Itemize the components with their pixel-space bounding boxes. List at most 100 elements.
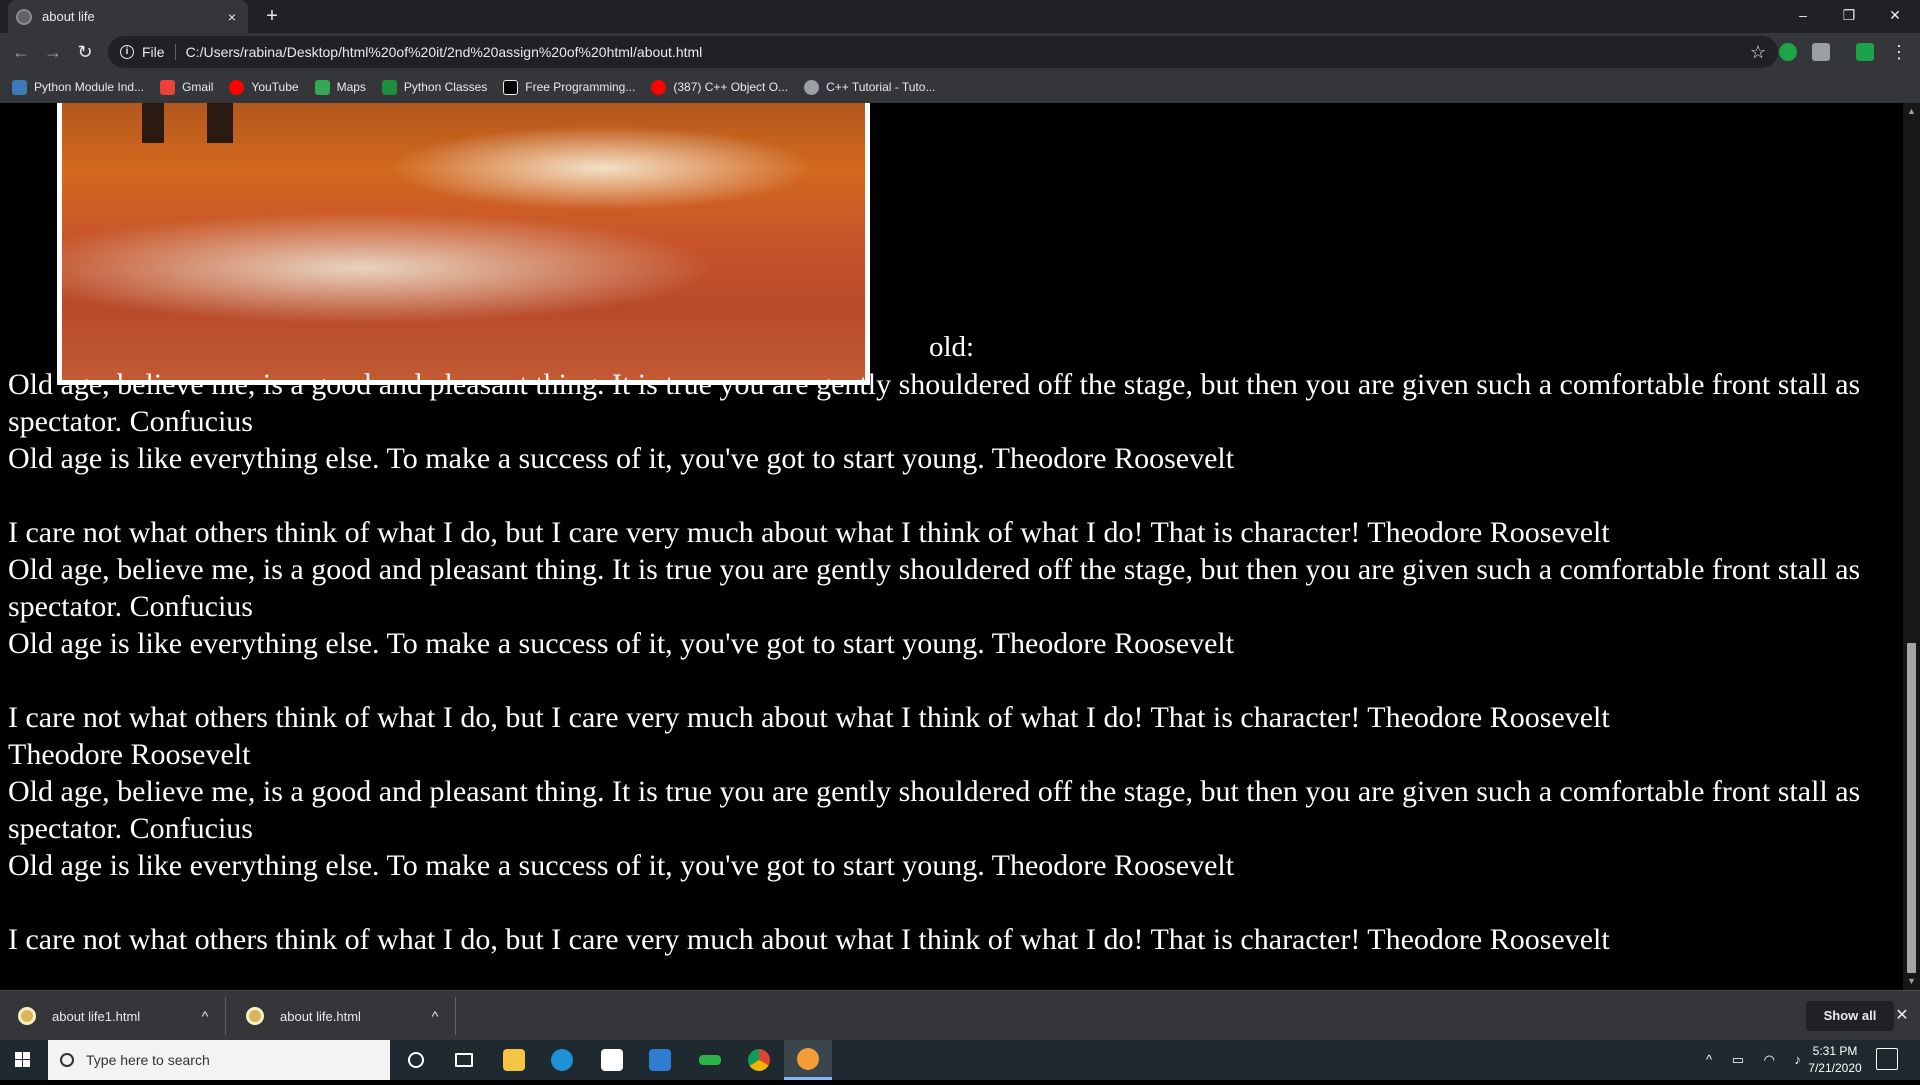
reload-button[interactable]: ↻ — [70, 37, 100, 67]
python-icon — [12, 79, 27, 95]
shield-icon[interactable] — [1856, 43, 1874, 61]
minimize-button[interactable]: – — [1780, 0, 1826, 30]
quote-line: Old age is like everything else. To make… — [8, 627, 1235, 660]
clock[interactable]: 5:31 PM 7/21/2020 — [1800, 1043, 1870, 1077]
bookmark-item[interactable]: (387) C++ Object O... — [651, 79, 788, 95]
system-tray[interactable]: ^ ▭ ◠ ♪ — [1706, 1052, 1809, 1068]
windows-logo-icon — [15, 1052, 30, 1067]
chevron-up-icon[interactable]: ^ — [185, 1008, 225, 1024]
scrollbar-thumb[interactable] — [1907, 643, 1916, 973]
quote-line: Old age, believe me, is a good and pleas… — [8, 775, 1861, 845]
store-button[interactable] — [588, 1040, 636, 1080]
app-icon — [699, 1055, 721, 1065]
bookmarks-bar: Python Module Ind... Gmail YouTube Maps … — [0, 71, 1920, 103]
edge-icon — [551, 1049, 573, 1071]
search-icon — [60, 1053, 74, 1067]
brave-file-icon — [246, 1007, 264, 1025]
scheme-label: File — [142, 44, 176, 60]
brave-button[interactable] — [784, 1040, 832, 1080]
tree-trunk — [142, 103, 164, 143]
search-placeholder: Type here to search — [86, 1052, 210, 1068]
cortana-icon — [408, 1052, 424, 1068]
file-explorer-button[interactable] — [490, 1040, 538, 1080]
line-break — [8, 884, 1896, 921]
tab-strip: about life × + – ❐ ✕ — [0, 0, 1920, 33]
site-info-icon[interactable]: i — [120, 45, 134, 59]
show-all-button[interactable]: Show all — [1806, 1001, 1894, 1031]
task-view-icon — [455, 1053, 473, 1067]
mail-icon — [649, 1049, 671, 1071]
brave-file-icon — [18, 1007, 36, 1025]
windows-taskbar: Type here to search ^ ▭ ◠ ♪ 5:31 PM 7/21… — [0, 1040, 1920, 1080]
quote-line: I care not what others think of what I d… — [8, 516, 1610, 549]
bookmark-item[interactable]: Python Module Ind... — [12, 79, 145, 95]
clock-time: 5:31 PM — [1812, 1044, 1858, 1058]
chrome-icon — [748, 1049, 770, 1071]
bookmark-item[interactable]: Python Classes — [381, 79, 488, 95]
tree-trunk — [207, 103, 233, 143]
line-break — [8, 477, 1896, 514]
close-downloads-icon[interactable]: ✕ — [1890, 1001, 1914, 1031]
chrome-button[interactable] — [735, 1040, 783, 1080]
edge-button[interactable] — [538, 1040, 586, 1080]
brave-icon — [797, 1047, 819, 1070]
bookmark-item[interactable]: YouTube — [229, 79, 299, 95]
task-view-button[interactable] — [440, 1040, 488, 1080]
bookmark-star-icon[interactable]: ☆ — [1750, 42, 1766, 63]
drive-icon[interactable] — [1812, 43, 1830, 61]
bookmark-label: Python Module Ind... — [34, 80, 145, 94]
chevron-up-icon[interactable]: ^ — [415, 1008, 455, 1024]
page-heading: old: — [928, 331, 975, 363]
new-tab-button[interactable]: + — [260, 4, 284, 28]
browser-toolbar: ← → ↻ i File C:/Users/rabina/Desktop/htm… — [0, 33, 1920, 71]
quote-line: Old age is like everything else. To make… — [8, 442, 1235, 475]
scroll-down-icon[interactable]: ▼ — [1903, 973, 1920, 990]
url-text[interactable]: C:/Users/rabina/Desktop/html%20of%20it/2… — [186, 44, 1750, 60]
download-item[interactable]: about life.html ^ — [228, 997, 456, 1035]
bookmark-item[interactable]: C++ Tutorial - Tuto... — [804, 79, 936, 95]
line-break — [8, 662, 1896, 699]
bookmark-label: Maps — [336, 80, 366, 94]
bookmark-item[interactable]: Gmail — [160, 79, 214, 95]
mail-button[interactable] — [636, 1040, 684, 1080]
youtube-icon — [651, 79, 667, 95]
bookmark-label: YouTube — [251, 80, 299, 94]
cortana-button[interactable] — [392, 1040, 440, 1080]
back-button[interactable]: ← — [6, 37, 36, 67]
file-explorer-icon — [503, 1049, 525, 1071]
restore-button[interactable]: ❐ — [1826, 0, 1872, 30]
store-icon — [601, 1049, 623, 1071]
quote-line: Old age, believe me, is a good and pleas… — [8, 368, 1861, 438]
start-button[interactable] — [0, 1040, 46, 1080]
download-item[interactable]: about life1.html ^ — [0, 997, 226, 1035]
quote-line: I care not what others think of what I d… — [8, 701, 1610, 734]
scroll-up-icon[interactable]: ▲ — [1903, 103, 1920, 120]
bookmark-label: Python Classes — [403, 80, 488, 94]
app-button[interactable] — [686, 1040, 734, 1080]
gmail-icon — [160, 79, 176, 95]
quote-line: I care not what others think of what I d… — [8, 923, 1610, 956]
tab-about-life[interactable]: about life × — [8, 0, 248, 33]
download-name: about life.html — [280, 1008, 361, 1024]
page-scrollbar[interactable]: ▲ ▼ — [1903, 103, 1920, 990]
quote-line: Old age, believe me, is a good and pleas… — [8, 553, 1861, 623]
close-window-button[interactable]: ✕ — [1872, 0, 1918, 30]
address-bar[interactable]: i File C:/Users/rabina/Desktop/html%20of… — [108, 36, 1778, 68]
menu-icon[interactable]: ⋮ — [1884, 37, 1914, 67]
downloads-bar: about life1.html ^ about life.html ^ Sho… — [0, 990, 1920, 1040]
clock-date: 7/21/2020 — [1808, 1061, 1862, 1075]
adblock-icon[interactable] — [1779, 43, 1797, 61]
tab-favicon-icon — [16, 8, 32, 25]
taskbar-search[interactable]: Type here to search — [48, 1040, 390, 1080]
bookmark-item[interactable]: Free Programming... — [503, 79, 635, 95]
maps-icon — [314, 79, 330, 95]
tab-title: about life — [42, 9, 95, 24]
notification-icon[interactable] — [1876, 1048, 1898, 1070]
tab-close-icon[interactable]: × — [224, 9, 240, 25]
quotes-block: Old age, believe me, is a good and pleas… — [8, 366, 1896, 958]
bookmark-label: C++ Tutorial - Tuto... — [826, 80, 936, 94]
download-name: about life1.html — [52, 1008, 141, 1024]
forward-button[interactable]: → — [38, 37, 68, 67]
bookmark-label: Gmail — [182, 80, 214, 94]
bookmark-item[interactable]: Maps — [314, 79, 366, 95]
